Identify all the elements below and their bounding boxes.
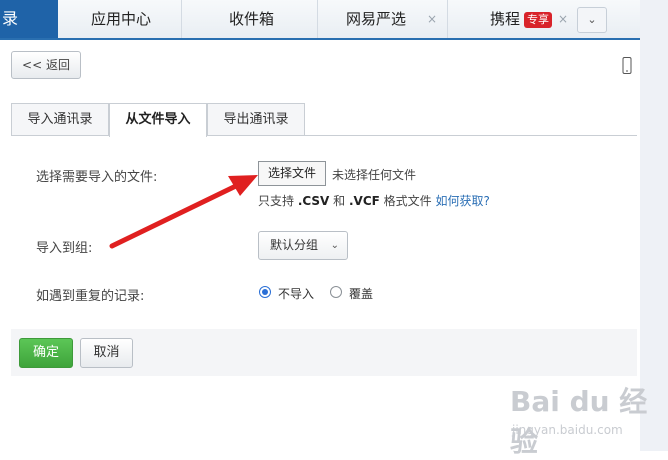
baidu-watermark: Bai du 经验 — [510, 385, 648, 458]
baidu-watermark-url: jingyan.baidu.com — [512, 423, 623, 437]
